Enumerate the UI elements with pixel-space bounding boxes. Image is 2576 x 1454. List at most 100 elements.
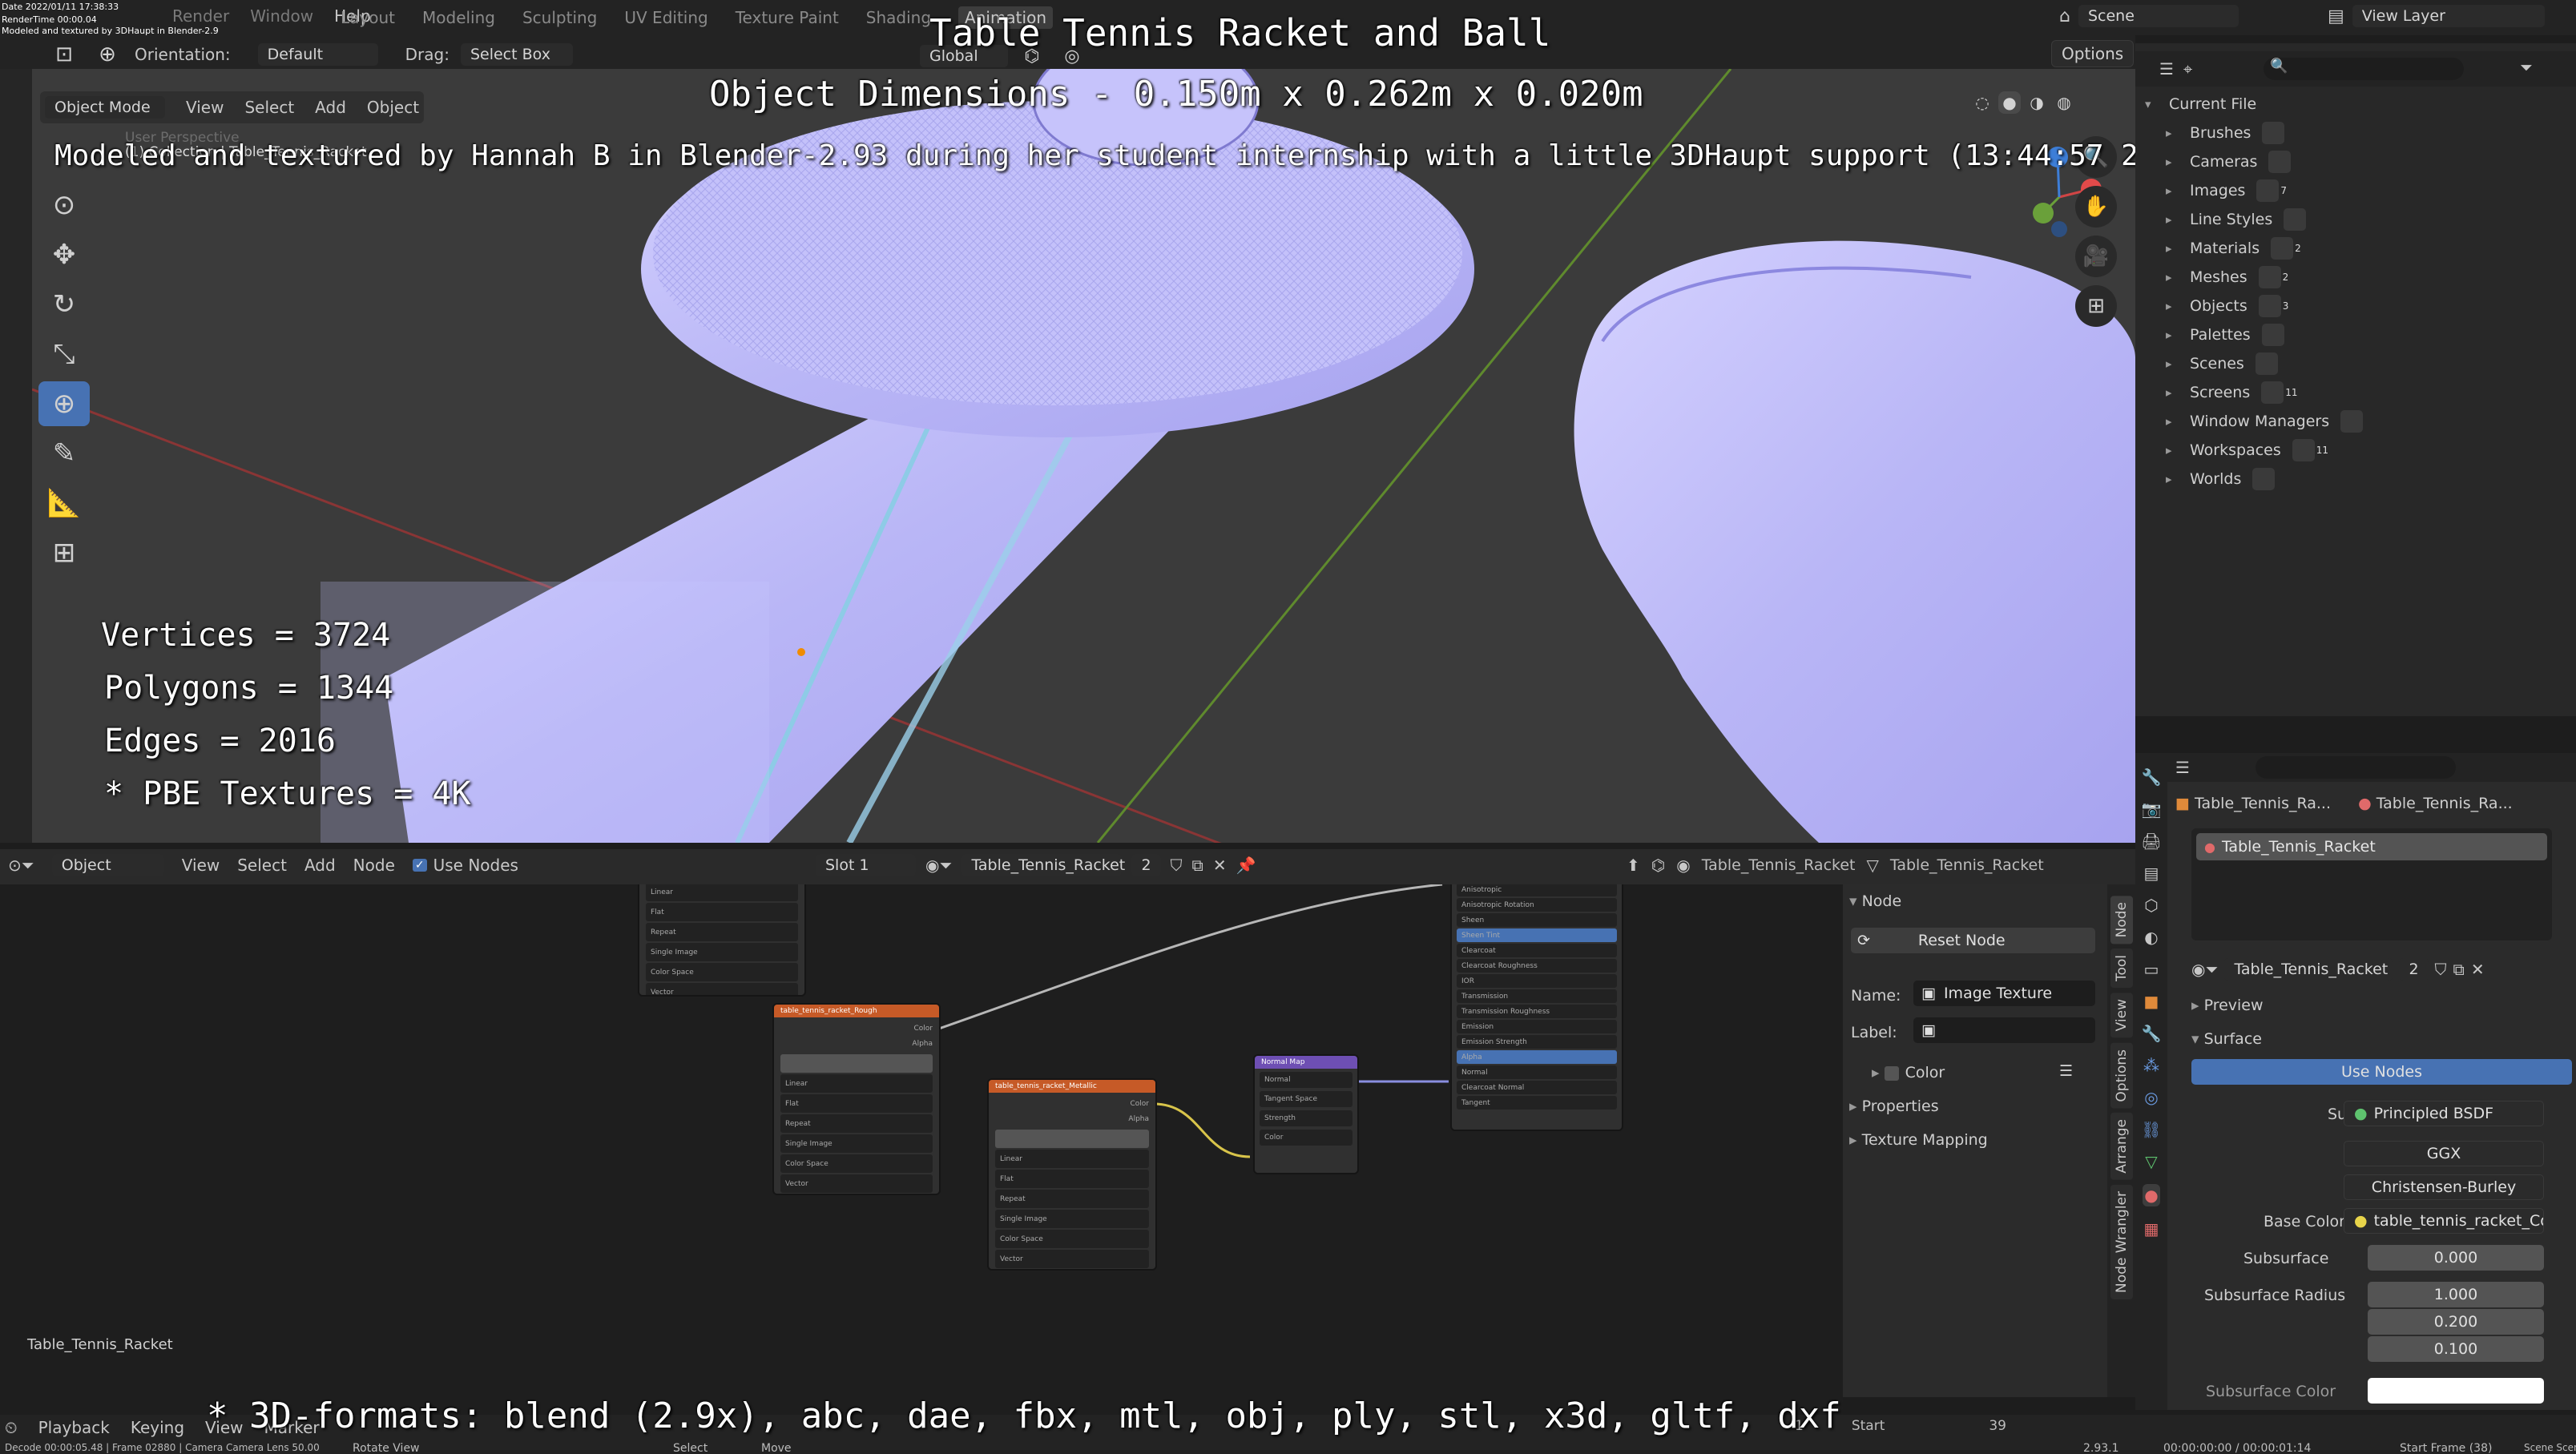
duplicate-icon[interactable]: ⧉ — [2453, 960, 2465, 979]
node-unlink-icon[interactable]: ✕ — [1213, 856, 1227, 875]
image-texture-row[interactable]: Color Space — [646, 963, 798, 981]
drag-select[interactable]: Select Box — [460, 43, 573, 66]
expand-arrow-icon[interactable]: ▸ — [2166, 299, 2190, 313]
viewport-menu-add[interactable]: Add — [315, 98, 346, 117]
reset-node-button[interactable]: ⟳ Reset Node — [1851, 928, 2095, 953]
bsdf-row[interactable]: Sheen — [1457, 913, 1617, 927]
playback-menu[interactable]: Playback — [38, 1418, 110, 1437]
annotate-tool-icon[interactable]: ✎ — [38, 431, 90, 476]
bsdf-row[interactable]: IOR — [1457, 974, 1617, 988]
keying-menu[interactable]: Keying — [131, 1418, 184, 1437]
move-tool-icon[interactable]: ✥ — [38, 232, 90, 277]
use-nodes-checkbox[interactable]: ✓ — [412, 859, 427, 872]
outliner-item-workspaces[interactable]: ▸ Workspaces 11 — [2145, 436, 2570, 465]
particles-tab-icon[interactable]: ⁂ — [2143, 1056, 2159, 1075]
node-material-users[interactable]: 2 — [1131, 854, 1161, 876]
view-layer-tab-icon[interactable]: ▤ — [2144, 864, 2159, 883]
rotate-tool-icon[interactable]: ↻ — [38, 282, 90, 327]
shader-type-select[interactable]: Object — [51, 854, 164, 876]
normal-map-node[interactable]: Normal Map Normal Tangent Space Strength Co… — [1253, 1054, 1359, 1174]
image-texture-row[interactable]: Vector — [995, 1250, 1149, 1268]
bsdf-row[interactable]: Transmission Roughness — [1457, 1005, 1617, 1018]
viewport-menu-select[interactable]: Select — [244, 98, 294, 117]
tab-uv-editing[interactable]: UV Editing — [624, 8, 707, 27]
menu-window[interactable]: Window — [250, 6, 313, 26]
node-section[interactable]: ▾ Node — [1849, 892, 1901, 910]
outliner-editor-icon[interactable]: ☰ — [2159, 59, 2174, 79]
fake-user-icon[interactable]: ⛉ — [2435, 960, 2447, 979]
rendered-shading-icon[interactable]: ◍ — [2053, 91, 2075, 114]
outliner-search-input[interactable] — [2264, 58, 2464, 80]
pivot-icon[interactable]: ⊕ — [91, 38, 123, 70]
material-browse-icon[interactable]: ◉⏷ — [925, 856, 952, 875]
texture-tab-icon[interactable]: ▦ — [2144, 1219, 2159, 1239]
outliner-root[interactable]: ▾ Current File — [2145, 90, 2570, 119]
normal-map-row[interactable]: Tangent Space — [1260, 1091, 1353, 1107]
tab-shading[interactable]: Shading — [866, 8, 931, 27]
pin-icon[interactable]: 📌 — [1236, 856, 1256, 875]
expand-arrow-icon[interactable]: ▸ — [2166, 155, 2190, 169]
tab-layout[interactable]: Layout — [341, 8, 395, 27]
properties-editor-icon[interactable]: ☰ — [2175, 758, 2190, 777]
preview-panel[interactable]: ▸ Preview — [2191, 997, 2264, 1014]
image-texture-row[interactable]: Repeat — [995, 1190, 1149, 1208]
unlink-icon[interactable]: ✕ — [2471, 960, 2485, 979]
object-breadcrumb[interactable]: Table_Tennis_Ra... — [2195, 795, 2331, 812]
image-texture-row[interactable]: Flat — [780, 1094, 933, 1113]
image-texture-row[interactable]: Flat — [646, 903, 798, 921]
outliner-item-window-managers[interactable]: ▸ Window Managers — [2145, 407, 2570, 436]
tab-node-wrangler[interactable]: Node Wrangler — [2110, 1185, 2133, 1300]
material-slot-item[interactable]: ● Table_Tennis_Racket — [2196, 833, 2547, 860]
node-material-field[interactable]: Table_Tennis_Racket — [961, 854, 1125, 876]
node-material-name[interactable]: Table_Tennis_Racket — [1890, 856, 2044, 874]
tab-view[interactable]: View — [2110, 993, 2133, 1038]
expand-arrow-icon[interactable]: ▸ — [2166, 414, 2190, 429]
add-cube-tool-icon[interactable]: ⊞ — [38, 530, 90, 575]
scene-selector[interactable]: Scene — [2078, 5, 2239, 27]
image-texture-node-rough[interactable]: table_tennis_racket_Rough Color Alpha Li… — [772, 1003, 941, 1195]
bsdf-row[interactable]: Emission — [1457, 1020, 1617, 1033]
expand-arrow-icon[interactable]: ▸ — [2166, 328, 2190, 342]
tab-texture-paint[interactable]: Texture Paint — [736, 8, 839, 27]
bsdf-row[interactable]: Normal — [1457, 1065, 1617, 1079]
image-texture-node-top[interactable]: Linear Flat Repeat Single Image Color Space V… — [638, 884, 806, 997]
image-texture-row[interactable]: Single Image — [995, 1210, 1149, 1228]
image-texture-node-metallic[interactable]: table_tennis_racket_Metallic Color Alpha… — [987, 1078, 1157, 1271]
options-button[interactable]: Options — [2051, 40, 2135, 67]
image-texture-row[interactable]: Vector — [780, 1174, 933, 1193]
bsdf-row[interactable]: Clearcoat Normal — [1457, 1081, 1617, 1094]
bsdf-row[interactable]: Clearcoat Roughness — [1457, 959, 1617, 973]
use-nodes-button[interactable]: Use Nodes — [2191, 1059, 2572, 1085]
bsdf-row[interactable]: Transmission — [1457, 989, 1617, 1003]
image-texture-row[interactable]: Linear — [646, 884, 798, 901]
subsurface-field[interactable]: 0.000 — [2368, 1245, 2544, 1271]
distribution-select[interactable]: GGX — [2344, 1141, 2544, 1166]
parent-node-icon[interactable]: ⬆ — [1627, 856, 1640, 875]
mode-select[interactable]: Object Mode — [45, 96, 165, 119]
orientation-select[interactable]: Default — [257, 43, 378, 66]
node-label-input[interactable]: ▣ — [1913, 1017, 2095, 1043]
collection-tab-icon[interactable]: ▭ — [2144, 960, 2159, 979]
bsdf-row[interactable]: Anisotropic Rotation — [1457, 898, 1617, 912]
tab-tool[interactable]: Tool — [2110, 949, 2133, 989]
material-users[interactable]: 2 — [2399, 958, 2429, 981]
material-name-field[interactable]: Table_Tennis_Racket — [2224, 958, 2393, 981]
menu-render[interactable]: Render — [172, 6, 229, 26]
snap-node-icon[interactable]: ⌬ — [1651, 856, 1665, 875]
bsdf-row[interactable]: Sheen Tint — [1457, 928, 1617, 942]
outliner-item-materials[interactable]: ▸ Materials 2 — [2145, 234, 2570, 263]
tab-arrange[interactable]: Arrange — [2110, 1113, 2133, 1181]
end-frame[interactable]: 39 — [1989, 1418, 2006, 1434]
pan-hand-icon[interactable]: ✋ — [2075, 186, 2117, 228]
color-toggle[interactable]: ▸ Color — [1872, 1064, 1945, 1081]
color-presets-icon[interactable]: ☰ — [2059, 1062, 2073, 1080]
image-texture-row[interactable]: Flat — [995, 1170, 1149, 1188]
output-tab-icon[interactable]: 🖨 — [2141, 832, 2161, 851]
transform-tool-icon[interactable]: ⊕ — [38, 381, 90, 426]
bsdf-row[interactable]: Tangent — [1457, 1096, 1617, 1110]
tool-icon[interactable]: ⊡ — [48, 38, 80, 70]
expand-arrow-icon[interactable]: ▸ — [2166, 356, 2190, 371]
timeline-type-icon[interactable]: ⏲ — [5, 1418, 18, 1437]
tab-sculpting[interactable]: Sculpting — [522, 8, 597, 27]
ortho-grid-icon[interactable]: ⊞ — [2075, 285, 2117, 327]
